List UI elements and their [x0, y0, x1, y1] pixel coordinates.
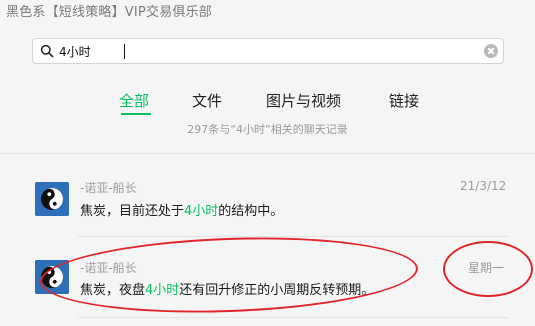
result-summary: 297条与“4小时”相关的聊天记录	[187, 123, 348, 136]
tab-images-videos[interactable]: 图片与视频	[266, 90, 341, 111]
tab-links[interactable]: 链接	[389, 90, 419, 111]
search-input[interactable]: 4小时	[59, 43, 91, 60]
sender-name: -诺亚-船长	[80, 181, 137, 195]
window-title: 黑色系【短线策略】VIP交易俱乐部	[6, 5, 212, 20]
avatar	[35, 182, 69, 216]
tab-all[interactable]: 全部	[119, 90, 149, 111]
avatar	[35, 260, 69, 294]
tab-files[interactable]: 文件	[192, 90, 222, 111]
search-icon	[40, 44, 54, 58]
message-time: 21/3/12	[460, 179, 507, 193]
divider	[78, 317, 508, 318]
yin-yang-icon	[35, 182, 69, 216]
title-bar: 黑色系【短线策略】VIP交易俱乐部	[0, 0, 535, 30]
divider	[78, 236, 508, 237]
message-text: 焦炭，目前还处于4小时的结构中。	[80, 204, 284, 219]
clear-icon[interactable]	[484, 44, 498, 58]
keyword-highlight: 4小时	[145, 283, 180, 298]
search-box[interactable]: 4小时	[32, 38, 504, 64]
sender-name: -诺亚-船长	[80, 261, 137, 275]
active-tab-indicator	[121, 113, 151, 115]
message-time: 星期一	[468, 261, 505, 275]
divider	[0, 153, 535, 154]
yin-yang-icon	[35, 260, 69, 294]
message-text: 焦炭，夜盘4小时还有回升修正的小周期反转预期。	[80, 283, 375, 298]
text-cursor	[124, 44, 125, 59]
keyword-highlight: 4小时	[184, 204, 219, 219]
